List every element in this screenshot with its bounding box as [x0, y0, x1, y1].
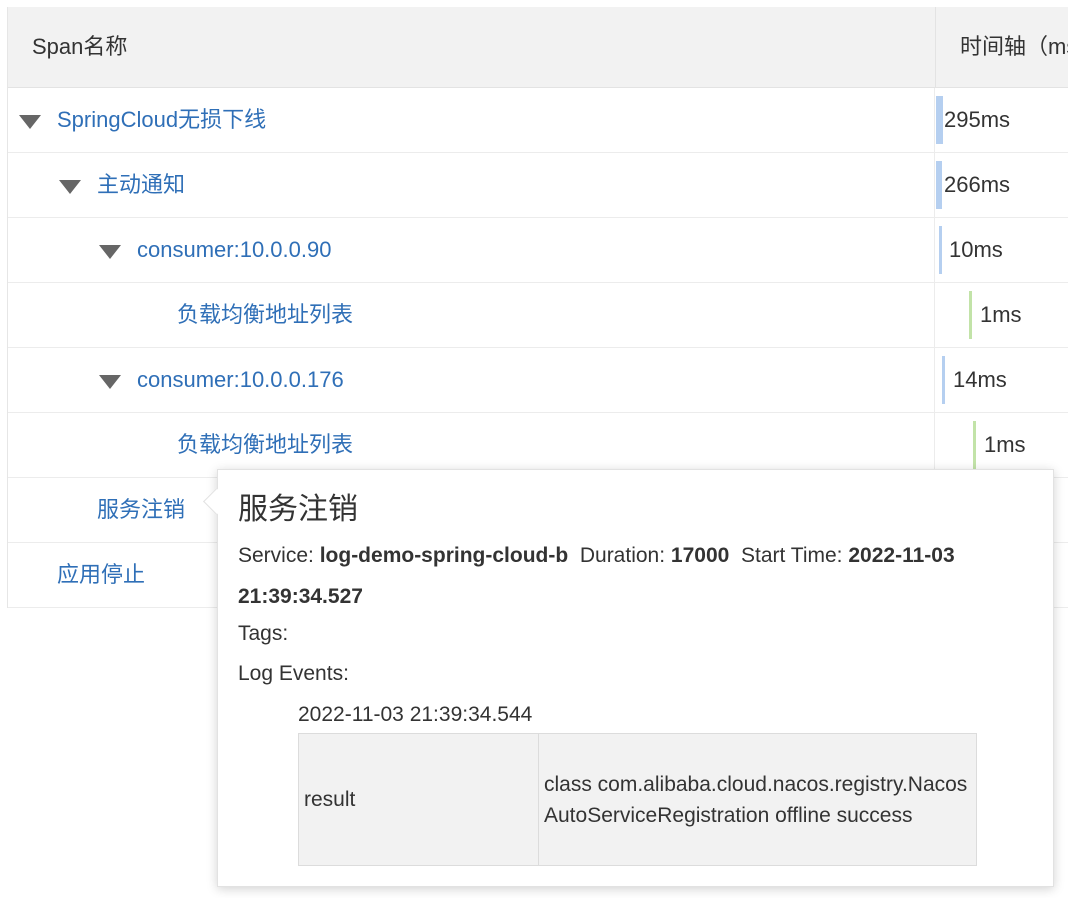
- duration-label: Duration:: [579, 544, 666, 567]
- timeline-bar: [936, 96, 943, 144]
- timeline-bar: [973, 421, 976, 469]
- span-row: consumer:10.0.0.90 10ms: [8, 218, 1068, 283]
- service-value: log-demo-spring-cloud-b: [319, 544, 569, 567]
- span-link[interactable]: 负载均衡地址列表: [177, 283, 353, 347]
- span-row: consumer:10.0.0.176 14ms: [8, 348, 1068, 413]
- timeline-header: 时间轴（ms）: [935, 7, 1068, 87]
- timeline-bar: [969, 291, 972, 339]
- start-time-label: Start Time:: [740, 544, 843, 567]
- log-event-value: class com.alibaba.cloud.nacos.registry.N…: [538, 733, 977, 866]
- span-duration: 10ms: [949, 237, 1003, 262]
- collapse-triangle-icon[interactable]: [99, 375, 121, 389]
- span-row: SpringCloud无损下线 295ms: [8, 88, 1068, 153]
- span-link[interactable]: 服务注销: [97, 478, 185, 542]
- tags-label: Tags:: [238, 622, 289, 645]
- collapse-triangle-icon[interactable]: [19, 115, 41, 129]
- span-duration: 1ms: [984, 432, 1026, 457]
- span-link[interactable]: consumer:10.0.0.176: [137, 348, 344, 412]
- span-name-header: Span名称: [32, 34, 128, 59]
- span-link[interactable]: SpringCloud无损下线: [57, 88, 266, 152]
- log-event-time: 2022-11-03 21:39:34.544: [298, 703, 533, 726]
- span-row: 主动通知 266ms: [8, 153, 1068, 218]
- service-label: Service:: [238, 544, 314, 567]
- span-link[interactable]: 应用停止: [57, 543, 145, 607]
- collapse-triangle-icon[interactable]: [59, 180, 81, 194]
- span-info: Service: log-demo-spring-cloud-b Duratio…: [238, 535, 1038, 617]
- timeline-bar: [939, 226, 942, 274]
- span-duration: 295ms: [944, 107, 1011, 132]
- log-event-key: result: [298, 733, 539, 866]
- timeline-bar: [936, 161, 942, 209]
- span-link[interactable]: 负载均衡地址列表: [177, 413, 353, 477]
- span-duration: 14ms: [953, 367, 1007, 392]
- tooltip-title: 服务注销: [238, 493, 358, 526]
- timeline-bar: [942, 356, 945, 404]
- table-header: Span名称 时间轴（ms）: [8, 7, 1068, 88]
- span-link[interactable]: 主动通知: [97, 153, 185, 217]
- span-duration: 266ms: [944, 172, 1011, 197]
- span-row: 负载均衡地址列表 1ms: [8, 283, 1068, 348]
- span-detail-tooltip: 服务注销 Service: log-demo-spring-cloud-b Du…: [203, 469, 1054, 887]
- span-link[interactable]: consumer:10.0.0.90: [137, 218, 331, 282]
- log-event-table: result class com.alibaba.cloud.nacos.reg…: [298, 733, 977, 866]
- span-duration: 1ms: [980, 302, 1022, 327]
- log-events-label: Log Events:: [238, 662, 349, 685]
- log-event-row: result class com.alibaba.cloud.nacos.reg…: [298, 733, 977, 866]
- collapse-triangle-icon[interactable]: [99, 245, 121, 259]
- duration-value: 17000: [670, 544, 730, 567]
